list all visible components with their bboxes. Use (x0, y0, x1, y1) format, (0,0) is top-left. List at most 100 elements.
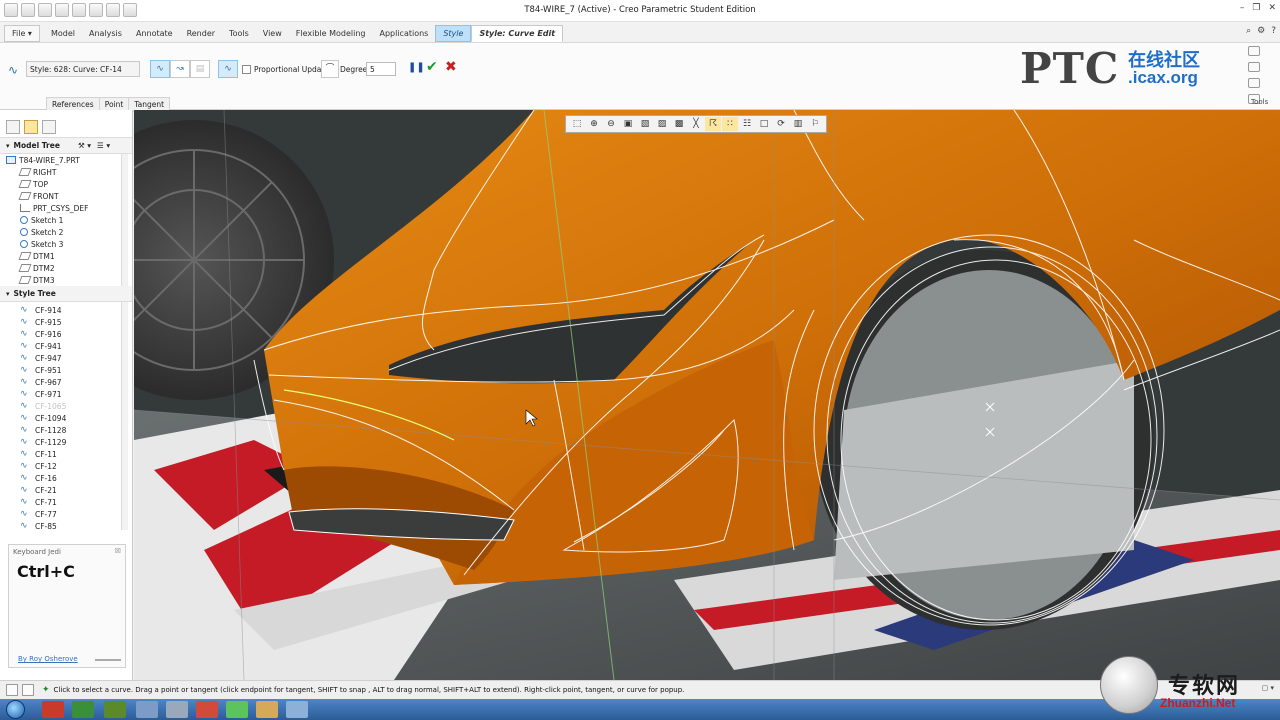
tree-item[interactable]: PRT_CSYS_DEF (0, 202, 132, 214)
close-icon[interactable]: ☒ (115, 547, 121, 555)
tool-icon[interactable] (1248, 62, 1260, 72)
tree-item[interactable]: Sketch 1 (0, 214, 132, 226)
shade-icon[interactable]: ▥ (790, 117, 806, 131)
proportional-update-checkbox[interactable] (242, 65, 251, 74)
tab-view[interactable]: View (256, 26, 289, 41)
taskbar-app-icon[interactable] (104, 701, 126, 718)
style-tree-item[interactable]: ∿ CF-77 (0, 508, 132, 520)
tree-filter-icon[interactable]: ☰ ▾ (97, 141, 110, 150)
collapse-caret-icon[interactable]: ▾ (6, 290, 10, 298)
pause-button[interactable]: ❚❚ (408, 62, 425, 73)
help-icon[interactable]: ? (1271, 26, 1276, 36)
navigator-toggle-icon[interactable] (6, 684, 18, 696)
tab-annotate[interactable]: Annotate (129, 26, 180, 41)
perspective-icon[interactable]: ╳ (688, 117, 704, 131)
style-tree-item[interactable]: ∿ CF-1128 (0, 424, 132, 436)
tree-item[interactable]: FRONT (0, 190, 132, 202)
model-tree-scrollbar[interactable] (121, 154, 128, 286)
style-tree-scrollbar[interactable] (121, 302, 128, 530)
keyboard-jedi-author-link[interactable]: By Roy Osherove (18, 655, 78, 663)
tab-tools[interactable]: Tools (222, 26, 256, 41)
taskbar-app-icon[interactable] (72, 701, 94, 718)
tab-analysis[interactable]: Analysis (82, 26, 129, 41)
style-tree-item[interactable]: ∿ CF-916 (0, 328, 132, 340)
taskbar-creo-icon[interactable] (226, 701, 248, 718)
tree-item[interactable]: DTM2 (0, 262, 132, 274)
degree-spinner[interactable]: 5 (366, 62, 396, 76)
curvature-plot-button[interactable]: ∿ (218, 60, 238, 78)
browser-toggle-icon[interactable] (22, 684, 34, 696)
refit-icon[interactable]: ⬚ (569, 117, 585, 131)
tree-item[interactable]: DTM3 (0, 274, 132, 286)
model-tree-header[interactable]: ▾ Model Tree ⚒ ▾ ☰ ▾ (0, 138, 132, 154)
search-icon[interactable]: ⌕ (1246, 26, 1251, 36)
cancel-x-button[interactable]: ✖ (445, 59, 457, 75)
saved-orientations-icon[interactable]: ▨ (654, 117, 670, 131)
style-tree-header[interactable]: ▾ Style Tree (0, 286, 132, 302)
tab-applications[interactable]: Applications (372, 26, 435, 41)
style-tree-item[interactable]: ∿ CF-85 (0, 520, 132, 531)
taskbar-app-icon[interactable] (136, 701, 158, 718)
curve-selector-field[interactable]: Style: 628: Curve: CF-14 (26, 61, 140, 77)
tab-render[interactable]: Render (180, 26, 222, 41)
settings-icon[interactable]: ⚙ (1257, 26, 1265, 36)
spin-center-icon[interactable]: ⟳ (773, 117, 789, 131)
tree-item[interactable]: Sketch 2 (0, 226, 132, 238)
tab-file[interactable]: File ▾ (4, 24, 40, 42)
tab-style-curve-edit[interactable]: Style: Curve Edit (471, 24, 564, 42)
tab-model[interactable]: Model (44, 26, 82, 41)
style-tree-item[interactable]: ∿ CF-71 (0, 496, 132, 508)
style-tree-item[interactable]: ∿ CF-16 (0, 472, 132, 484)
close-icon[interactable]: ✕ (1268, 3, 1276, 13)
planar-curve-button[interactable]: ↝ (170, 60, 190, 78)
section-icon[interactable]: □ (756, 117, 772, 131)
folder-browser-icon[interactable] (24, 120, 38, 134)
cos-curve-button[interactable]: ▤ (190, 60, 210, 78)
start-button[interactable] (6, 700, 25, 719)
style-tree-item[interactable]: ∿ CF-1094 (0, 412, 132, 424)
tool-icon[interactable] (1248, 46, 1260, 56)
tab-style[interactable]: Style (435, 24, 472, 42)
point-display-icon[interactable]: ∷ (722, 117, 738, 131)
display-style-icon[interactable]: ▧ (637, 117, 653, 131)
style-tree-item[interactable]: ∿ CF-12 (0, 460, 132, 472)
free-curve-button[interactable]: ∿ (150, 60, 170, 78)
taskbar-app-icon[interactable] (42, 701, 64, 718)
style-tree-item[interactable]: ∿ CF-21 (0, 484, 132, 496)
style-tree-item[interactable]: ∿ CF-967 (0, 376, 132, 388)
style-tree-item[interactable]: ∿ CF-914 (0, 304, 132, 316)
zoom-in-icon[interactable]: ⊕ (586, 117, 602, 131)
model-tree-tab-icon[interactable] (6, 120, 20, 134)
style-tree-item[interactable]: ∿ CF-971 (0, 388, 132, 400)
repaint-icon[interactable]: ▣ (620, 117, 636, 131)
keyboard-jedi-slider[interactable] (95, 659, 121, 661)
tree-settings-icon[interactable]: ⚒ ▾ (78, 141, 91, 150)
style-tree-item[interactable]: ∿ CF-941 (0, 340, 132, 352)
style-tree-item[interactable]: ∿ CF-11 (0, 448, 132, 460)
annotation-display-icon[interactable]: ☷ (739, 117, 755, 131)
tab-flexible-modeling[interactable]: Flexible Modeling (289, 26, 373, 41)
style-tree-item[interactable]: ∿ CF-1065 (0, 400, 132, 412)
zoom-out-icon[interactable]: ⊖ (603, 117, 619, 131)
datum-display-icon[interactable]: ☈ (705, 117, 721, 131)
taskbar-app-icon[interactable] (286, 701, 308, 718)
style-tree-item[interactable]: ∿ CF-947 (0, 352, 132, 364)
favorites-icon[interactable] (42, 120, 56, 134)
minimize-icon[interactable]: – (1240, 3, 1245, 13)
tree-item[interactable]: RIGHT (0, 166, 132, 178)
tree-item[interactable]: Sketch 3 (0, 238, 132, 250)
tree-root[interactable]: T84-WIRE_7.PRT (0, 154, 132, 166)
style-tree-item[interactable]: ∿ CF-915 (0, 316, 132, 328)
collapse-caret-icon[interactable]: ▾ (6, 142, 10, 150)
tree-item[interactable]: TOP (0, 178, 132, 190)
tool-icon[interactable] (1248, 78, 1260, 88)
taskbar-browser-icon[interactable] (196, 701, 218, 718)
style-tree-item[interactable]: ∿ CF-951 (0, 364, 132, 376)
restore-icon[interactable]: ❐ (1252, 3, 1260, 13)
graphics-viewport[interactable]: ⬚ ⊕ ⊖ ▣ ▧ ▨ ▩ ╳ ☈ ∷ ☷ □ ⟳ ▥ ⚐ (134, 110, 1280, 680)
taskbar-app-icon[interactable] (166, 701, 188, 718)
taskbar-app-icon[interactable] (256, 701, 278, 718)
style-tree-item[interactable]: ∿ CF-1129 (0, 436, 132, 448)
ok-check-button[interactable]: ✔ (426, 59, 438, 75)
orient-icon[interactable]: ⚐ (807, 117, 823, 131)
